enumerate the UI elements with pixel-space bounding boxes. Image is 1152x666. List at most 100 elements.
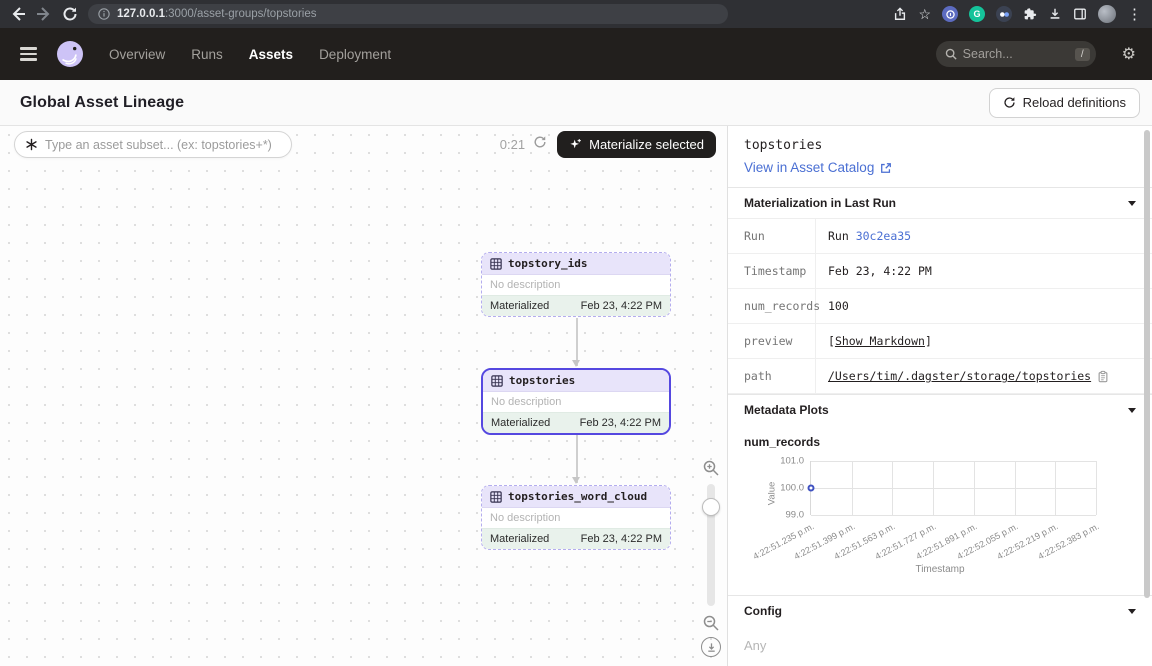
zoom-slider-handle[interactable] <box>702 498 720 516</box>
settings-gear-icon[interactable]: ⚙ <box>1122 44 1136 64</box>
asset-details-panel: topstories View in Asset Catalog Materia… <box>727 126 1152 666</box>
x-gridline <box>892 461 893 515</box>
hamburger-menu-icon[interactable] <box>16 43 41 64</box>
forward-icon[interactable] <box>36 6 52 22</box>
recenter-view-icon[interactable] <box>701 637 721 657</box>
nav-links: Overview Runs Assets Deployment <box>109 47 391 62</box>
site-info-icon[interactable] <box>98 8 110 20</box>
y-tick-label: 99.0 <box>786 510 805 521</box>
asset-description: No description <box>482 275 670 295</box>
y-tick-label: 100.0 <box>780 483 804 494</box>
nav-item-overview[interactable]: Overview <box>109 47 165 62</box>
browser-menu-kebab-icon[interactable]: ⋮ <box>1127 7 1142 22</box>
browser-toolbar: 127.0.0.1:3000/asset-groups/topstories ☆… <box>0 0 1152 28</box>
share-icon[interactable] <box>893 7 907 21</box>
table-icon <box>490 258 502 270</box>
address-bar[interactable]: 127.0.0.1:3000/asset-groups/topstories <box>88 4 728 24</box>
chevron-down-icon <box>1128 609 1136 614</box>
table-row: path /Users/tim/.dagster/storage/topstor… <box>728 359 1152 394</box>
show-markdown-link[interactable]: Show Markdown <box>835 334 925 348</box>
y-tick-label: 101.0 <box>780 456 804 467</box>
config-value: Any <box>728 626 1152 666</box>
nav-item-assets[interactable]: Assets <box>249 47 293 62</box>
url-text: 127.0.0.1:3000/asset-groups/topstories <box>117 8 316 20</box>
reload-icon <box>1003 96 1016 109</box>
materialization-metadata-table: Run Run 30c2ea35 Timestamp Feb 23, 4:22 … <box>728 218 1152 394</box>
search-icon <box>945 48 957 60</box>
nav-item-runs[interactable]: Runs <box>191 47 223 62</box>
table-row: preview [Show Markdown] <box>728 324 1152 359</box>
page-title: Global Asset Lineage <box>20 94 184 112</box>
zoom-in-icon[interactable] <box>703 460 719 476</box>
owl-extension-icon[interactable] <box>996 6 1012 22</box>
asset-description: No description <box>483 392 669 412</box>
x-axis-label: Timestamp <box>744 564 1136 575</box>
page-header: Global Asset Lineage Reload definitions <box>0 80 1152 126</box>
chevron-down-icon <box>1128 408 1136 413</box>
copy-clipboard-icon[interactable] <box>1097 370 1109 383</box>
x-gridline <box>933 461 934 515</box>
x-gridline <box>1096 461 1097 515</box>
plot-title: num_records <box>744 435 1136 449</box>
asset-materialized-time: Feb 23, 4:22 PM <box>581 533 662 545</box>
dagster-logo[interactable] <box>55 39 85 69</box>
data-point <box>808 485 815 492</box>
side-panel-icon[interactable] <box>1073 7 1087 21</box>
edge-topstory_ids-topstories <box>576 318 578 366</box>
asset-name: topstories_word_cloud <box>508 490 647 503</box>
graph-query-icon <box>25 138 38 151</box>
asset-status: Materialized <box>491 417 550 429</box>
profile-avatar[interactable] <box>1098 5 1116 23</box>
metadata-plot-block: num_records Value 101.0100.099.04:22:51.… <box>728 425 1152 585</box>
x-gridline <box>974 461 975 515</box>
zoom-slider[interactable] <box>707 484 715 606</box>
path-link[interactable]: /Users/tim/.dagster/storage/topstories <box>828 369 1091 383</box>
refresh-countdown: 0:21 <box>500 137 525 152</box>
reload-definitions-button[interactable]: Reload definitions <box>989 88 1140 118</box>
asset-name: topstory_ids <box>508 257 587 270</box>
nav-item-deployment[interactable]: Deployment <box>319 47 391 62</box>
selected-asset-name: topstories <box>744 138 1136 153</box>
grammarly-extension-icon[interactable]: G <box>969 6 985 22</box>
x-gridline <box>852 461 853 515</box>
zoom-out-icon[interactable] <box>703 615 719 631</box>
edge-topstories-word_cloud <box>576 435 578 483</box>
table-row: Timestamp Feb 23, 4:22 PM <box>728 254 1152 289</box>
extensions-puzzle-icon[interactable] <box>1023 7 1037 21</box>
sparkle-icon <box>569 138 582 151</box>
asset-subset-filter[interactable] <box>14 131 292 158</box>
asset-lineage-graph[interactable]: 0:21 Materialize selected topstory_ids N… <box>0 126 727 666</box>
section-materialization-in-last-run[interactable]: Materialization in Last Run <box>728 187 1152 218</box>
section-metadata-plots[interactable]: Metadata Plots <box>728 394 1152 425</box>
section-config[interactable]: Config <box>728 595 1152 626</box>
global-search[interactable]: / <box>936 41 1096 67</box>
panel-scrollbar[interactable] <box>1144 130 1150 598</box>
table-row: num_records 100 <box>728 289 1152 324</box>
asset-name: topstories <box>509 374 575 387</box>
asset-node-topstories_word_cloud[interactable]: topstories_word_cloud No description Mat… <box>481 485 671 550</box>
back-icon[interactable] <box>10 6 26 22</box>
asset-node-topstories[interactable]: topstories No description Materialized F… <box>481 368 671 435</box>
table-icon <box>491 375 503 387</box>
asset-subset-input[interactable] <box>45 138 281 152</box>
table-icon <box>490 491 502 503</box>
search-shortcut-badge: / <box>1075 48 1090 61</box>
y-axis-label: Value <box>766 482 777 506</box>
browser-refresh-icon[interactable] <box>62 6 78 22</box>
y-gridline <box>811 515 1096 516</box>
password-manager-extension-icon[interactable] <box>942 6 958 22</box>
bookmark-star-icon[interactable]: ☆ <box>918 7 931 21</box>
x-gridline <box>1055 461 1056 515</box>
external-link-icon <box>880 162 892 174</box>
refresh-now-icon[interactable] <box>533 135 547 154</box>
y-gridline <box>811 461 1096 462</box>
view-in-asset-catalog-link[interactable]: View in Asset Catalog <box>744 160 892 175</box>
asset-materialized-time: Feb 23, 4:22 PM <box>581 300 662 312</box>
run-id-link[interactable]: 30c2ea35 <box>856 229 911 243</box>
search-input[interactable] <box>963 47 1069 61</box>
downloads-icon[interactable] <box>1048 7 1062 21</box>
chevron-down-icon <box>1128 201 1136 206</box>
asset-node-topstory_ids[interactable]: topstory_ids No description Materialized… <box>481 252 671 317</box>
materialize-selected-button[interactable]: Materialize selected <box>557 131 716 158</box>
asset-description: No description <box>482 508 670 528</box>
